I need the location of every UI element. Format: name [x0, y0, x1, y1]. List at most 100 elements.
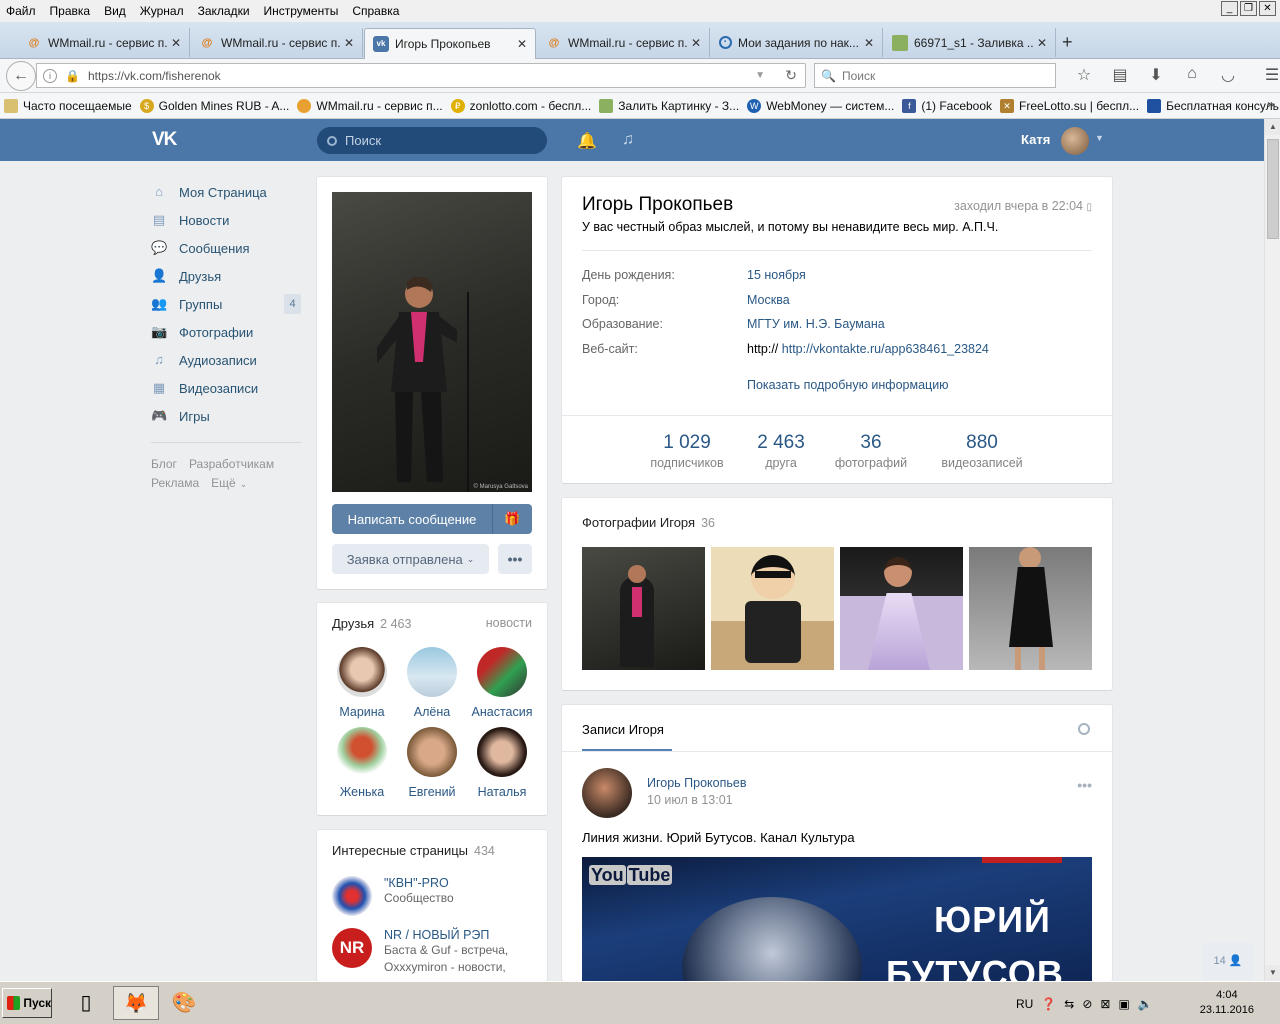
clock[interactable]: 4:04 23.11.2016 — [1200, 988, 1254, 1018]
bookmark-item[interactable]: ₽ zonlotto.com - беспл... — [450, 98, 591, 113]
menu-tools[interactable]: Инструменты — [264, 4, 339, 18]
bookmark-item[interactable]: Залить Картинку - З... — [599, 98, 739, 113]
chevron-down-icon[interactable]: ⌄ — [240, 479, 248, 489]
home-icon[interactable]: ⌂ — [1174, 65, 1210, 85]
post-date[interactable]: 10 июл в 13:01 — [647, 793, 733, 807]
new-tab-icon[interactable]: + — [1062, 32, 1073, 53]
post-author[interactable]: Игорь Прокопьев — [647, 776, 746, 790]
sidebar-item-my-page[interactable]: ⌂ Моя Страница — [151, 178, 301, 206]
bell-icon[interactable]: 🔔 — [577, 131, 597, 151]
menu-file[interactable]: Файл — [6, 4, 36, 18]
sidebar-item-video[interactable]: ▦ Видеозаписи — [151, 374, 301, 402]
hamburger-menu-icon[interactable]: ☰ — [1254, 65, 1280, 85]
photo-thumb[interactable] — [582, 547, 705, 670]
pocket-icon[interactable]: ◡ — [1210, 65, 1246, 85]
bookmark-item[interactable]: Бесплатная консуль... — [1147, 98, 1280, 113]
tab-wmmail-2[interactable]: @ WMmail.ru - сервис п... ✕ — [191, 28, 363, 57]
scroll-down-icon[interactable]: ▼ — [1265, 965, 1280, 981]
close-icon[interactable]: ✕ — [691, 36, 701, 50]
tab-vk-profile[interactable]: vk Игорь Прокопьев ✕ — [364, 28, 536, 59]
interesting-item[interactable]: NR NR / НОВЫЙ РЭП Баста & Guf - встреча, … — [332, 928, 524, 976]
friend-item[interactable]: Наталья — [467, 727, 537, 799]
menu-history[interactable]: Журнал — [140, 4, 184, 18]
menu-view[interactable]: Вид — [104, 4, 126, 18]
counter-videos[interactable]: 880 видеозаписей — [936, 432, 1028, 470]
sidebar-item-news[interactable]: ▤ Новости — [151, 206, 301, 234]
sidebar-item-messages[interactable]: 💬 Сообщения — [151, 234, 301, 262]
close-icon[interactable]: ✕ — [517, 37, 527, 51]
tab-wmmail-3[interactable]: @ WMmail.ru - сервис п... ✕ — [538, 28, 710, 57]
star-icon[interactable]: ☆ — [1066, 65, 1102, 85]
footer-link-more[interactable]: Ещё — [211, 476, 236, 490]
sidebar-item-photos[interactable]: 📷 Фотографии — [151, 318, 301, 346]
counter-followers[interactable]: 1 029 подписчиков — [646, 432, 728, 470]
close-icon[interactable]: ✕ — [864, 36, 874, 50]
vk-search-input[interactable]: Поиск — [317, 127, 547, 154]
tab-wmmail-1[interactable]: @ WMmail.ru - сервис п... ✕ — [18, 28, 190, 57]
post-more-icon[interactable]: ••• — [1077, 777, 1092, 793]
info-value[interactable]: Москва — [747, 293, 790, 307]
tab-wall-posts[interactable]: Записи Игоря — [582, 722, 664, 737]
footer-link-blog[interactable]: Блог — [151, 457, 177, 471]
avatar[interactable] — [582, 768, 632, 818]
bookmark-item[interactable]: f (1) Facebook — [902, 98, 992, 113]
sidebar-item-audio[interactable]: ♫ Аудиозаписи — [151, 346, 301, 374]
url-bar[interactable]: i 🔒 https://vk.com/fisherenok ▼ ↻ — [36, 63, 806, 88]
tab-tasks[interactable]: · Мои задания по нак... ✕ — [711, 28, 883, 57]
bookmark-item[interactable]: WMmail.ru - сервис п... — [297, 98, 443, 113]
gift-icon[interactable]: 🎁 — [492, 504, 532, 534]
friend-item[interactable]: Женька — [327, 727, 397, 799]
download-icon[interactable]: ⬇ — [1138, 65, 1174, 85]
bookmark-item[interactable]: W WebMoney — систем... — [747, 98, 894, 113]
friends-title[interactable]: Друзья — [332, 616, 374, 631]
music-note-icon[interactable]: ♫ — [622, 131, 634, 149]
counter-friends[interactable]: 2 463 друга — [746, 432, 816, 470]
interesting-title[interactable]: Интересные страницы — [332, 843, 468, 858]
scroll-up-icon[interactable]: ▲ — [1265, 119, 1280, 135]
chevron-down-icon[interactable]: ▼ — [755, 70, 765, 81]
video-preview[interactable]: You Tube ЮРИЙ БУТУСОВ — [582, 857, 1092, 983]
bookmark-item[interactable]: $ Golden Mines RUB - A... — [139, 98, 289, 113]
friend-item[interactable]: Алёна — [397, 647, 467, 719]
profile-photo[interactable]: © Marusya Galtsova — [332, 192, 532, 492]
volume-icon[interactable]: 🔈 — [1138, 997, 1153, 1011]
url-text[interactable]: https://vk.com/fisherenok — [88, 69, 221, 83]
vertical-scrollbar[interactable]: ▲ ▼ — [1264, 119, 1280, 981]
footer-link-dev[interactable]: Разработчикам — [189, 457, 274, 471]
info-value[interactable]: МГТУ им. Н.Э. Баумана — [747, 317, 885, 331]
online-friends-button[interactable]: 14 👤 — [1202, 942, 1254, 980]
chevron-right-icon[interactable]: » — [1267, 97, 1274, 111]
photo-thumb[interactable] — [840, 547, 963, 670]
document-icon[interactable]: ▯ — [66, 986, 106, 1020]
search-icon[interactable] — [1078, 723, 1090, 735]
close-window-button[interactable]: ✕ — [1259, 1, 1276, 16]
restore-button[interactable]: ❐ — [1240, 1, 1257, 16]
menu-edit[interactable]: Правка — [50, 4, 91, 18]
close-icon[interactable]: ✕ — [344, 36, 354, 50]
help-icon[interactable]: ❓ — [1041, 997, 1056, 1011]
info-icon[interactable]: i — [43, 68, 57, 83]
sidebar-item-groups[interactable]: 👥 Группы 4 — [151, 290, 301, 318]
tab-image-upload[interactable]: 66971_s1 - Заливка ... ✕ — [884, 28, 1056, 57]
show-more-info-link[interactable]: Показать подробную информацию — [747, 378, 949, 392]
shield-icon[interactable]: ⊘ — [1082, 997, 1092, 1011]
menu-bookmarks[interactable]: Закладки — [198, 4, 250, 18]
interesting-item[interactable]: "КВН"-PRO Сообщество — [332, 876, 454, 916]
website-link[interactable]: http://vkontakte.ru/app638461_23824 — [782, 342, 989, 356]
current-user-name[interactable]: Катя — [1021, 132, 1050, 147]
friend-item[interactable]: Марина — [327, 647, 397, 719]
paint-icon[interactable]: 🎨 — [164, 986, 204, 1020]
friend-request-button[interactable]: Заявка отправлена ⌄ — [332, 544, 489, 574]
language-indicator[interactable]: RU — [1016, 997, 1033, 1011]
minimize-button[interactable]: _ — [1221, 1, 1238, 16]
back-arrow-icon[interactable]: ← — [6, 61, 36, 91]
network-icon[interactable]: ⇆ — [1064, 997, 1074, 1011]
vk-logo-icon[interactable]: VK — [152, 129, 186, 151]
profile-status[interactable]: У вас честный образ мыслей, и потому вы … — [582, 220, 998, 234]
friend-item[interactable]: Анастасия — [467, 647, 537, 719]
monitor-icon[interactable]: ▣ — [1118, 997, 1129, 1011]
counter-photos[interactable]: 36 фотографий — [832, 432, 910, 470]
close-icon[interactable]: ✕ — [171, 36, 181, 50]
sidebar-item-games[interactable]: 🎮 Игры — [151, 402, 301, 430]
photo-thumb[interactable] — [711, 547, 834, 670]
